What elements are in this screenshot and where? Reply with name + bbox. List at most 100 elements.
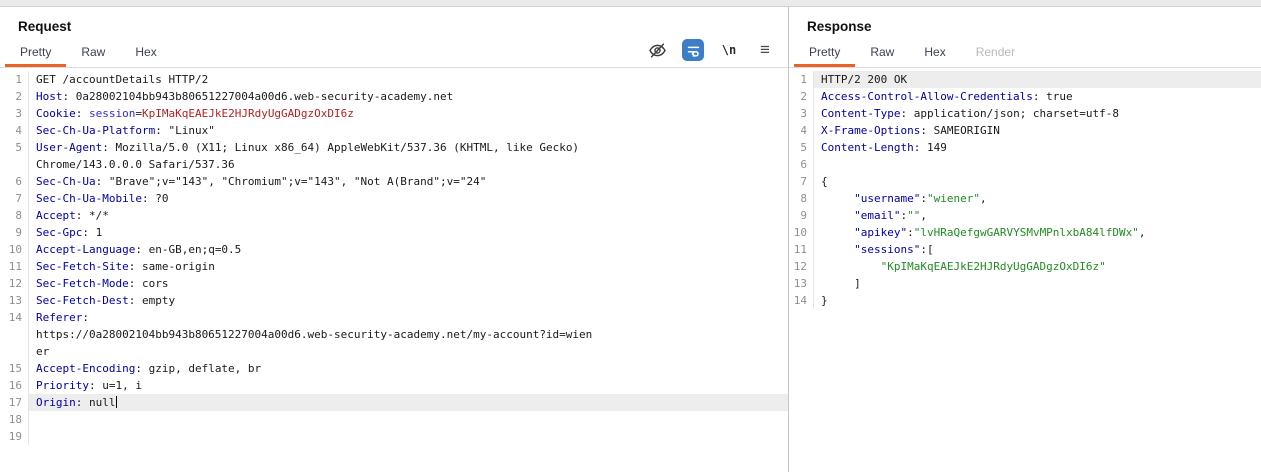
tab-pretty[interactable]: Pretty	[794, 39, 855, 67]
code-line-text[interactable]: Content-Type: application/json; charset=…	[814, 105, 1261, 122]
hide-nonprintable-button[interactable]	[646, 39, 668, 61]
hamburger-menu-icon: ≡	[760, 40, 770, 60]
code-line-text[interactable]: Accept: */*	[29, 207, 788, 224]
top-divider-strip	[0, 0, 1261, 7]
code-line: er	[0, 343, 788, 360]
code-line-text[interactable]: Chrome/143.0.0.0 Safari/537.36	[29, 156, 788, 173]
code-line: 9 "email":"",	[789, 207, 1261, 224]
line-number: 14	[789, 292, 814, 309]
code-line: 19	[0, 428, 788, 445]
line-number: 14	[0, 309, 29, 326]
code-line-text[interactable]: Sec-Fetch-Mode: cors	[29, 275, 788, 292]
tab-raw[interactable]: Raw	[66, 39, 120, 67]
show-newlines-button[interactable]: \n	[718, 39, 740, 61]
text-cursor	[116, 396, 117, 408]
code-line: 5User-Agent: Mozilla/5.0 (X11; Linux x86…	[0, 139, 788, 156]
code-line-text[interactable]	[814, 156, 1261, 173]
line-number: 15	[0, 360, 29, 377]
code-line-text[interactable]: Referer:	[29, 309, 788, 326]
code-line-text[interactable]: "email":"",	[814, 207, 1261, 224]
code-line-text[interactable]	[29, 411, 788, 428]
code-line-text[interactable]: er	[29, 343, 788, 360]
code-line-text[interactable]	[29, 428, 788, 445]
line-number: 19	[0, 428, 29, 445]
code-line-text[interactable]: HTTP/2 200 OK	[814, 71, 1261, 88]
code-line: 2Access-Control-Allow-Credentials: true	[789, 88, 1261, 105]
code-line: 14}	[789, 292, 1261, 309]
line-number: 4	[789, 122, 814, 139]
code-line-text[interactable]: GET /accountDetails HTTP/2	[29, 71, 788, 88]
request-editor-toolbar: \n ≡	[646, 39, 776, 67]
code-line: 5Content-Length: 149	[789, 139, 1261, 156]
tab-render: Render	[961, 39, 1030, 67]
code-line-text[interactable]: "KpIMaKqEAEJkE2HJRdyUgGADgzOxDI6z"	[814, 258, 1261, 275]
code-line-text[interactable]: User-Agent: Mozilla/5.0 (X11; Linux x86_…	[29, 139, 788, 156]
word-wrap-toggle-button[interactable]	[682, 39, 704, 61]
request-editor[interactable]: 1GET /accountDetails HTTP/22Host: 0a2800…	[0, 68, 788, 472]
tab-hex[interactable]: Hex	[120, 39, 171, 67]
code-line-text[interactable]: Sec-Fetch-Site: same-origin	[29, 258, 788, 275]
line-number: 8	[789, 190, 814, 207]
message-editor: Request PrettyRawHex	[0, 7, 1261, 472]
tab-raw[interactable]: Raw	[855, 39, 909, 67]
code-line-text[interactable]: }	[814, 292, 1261, 309]
line-number	[0, 156, 29, 173]
line-number: 13	[0, 292, 29, 309]
eye-slash-icon	[648, 41, 667, 60]
code-line-text[interactable]: Host: 0a28002104bb943b80651227004a00d6.w…	[29, 88, 788, 105]
code-line: 15Accept-Encoding: gzip, deflate, br	[0, 360, 788, 377]
line-number: 7	[0, 190, 29, 207]
code-line-text[interactable]: {	[814, 173, 1261, 190]
code-line: 10 "apikey":"lvHRaQefgwGARVYSMvMPnlxbA84…	[789, 224, 1261, 241]
code-line: 2Host: 0a28002104bb943b80651227004a00d6.…	[0, 88, 788, 105]
code-line-text[interactable]: Cookie: session=KpIMaKqEAEJkE2HJRdyUgGAD…	[29, 105, 788, 122]
line-number: 1	[0, 71, 29, 88]
line-number: 9	[789, 207, 814, 224]
code-line-text[interactable]: ]	[814, 275, 1261, 292]
code-line-text[interactable]: https://0a28002104bb943b80651227004a00d6…	[29, 326, 788, 343]
code-line-text[interactable]: Content-Length: 149	[814, 139, 1261, 156]
code-line: 4X-Frame-Options: SAMEORIGIN	[789, 122, 1261, 139]
tab-pretty[interactable]: Pretty	[5, 39, 66, 67]
line-number: 13	[789, 275, 814, 292]
line-number: 16	[0, 377, 29, 394]
request-tabbar: PrettyRawHex	[0, 38, 788, 68]
code-line: 6	[789, 156, 1261, 173]
code-line: https://0a28002104bb943b80651227004a00d6…	[0, 326, 788, 343]
line-number: 11	[789, 241, 814, 258]
code-line-text[interactable]: "sessions":[	[814, 241, 1261, 258]
code-line-text[interactable]: Accept-Language: en-GB,en;q=0.5	[29, 241, 788, 258]
tab-hex[interactable]: Hex	[909, 39, 960, 67]
code-line: 1GET /accountDetails HTTP/2	[0, 71, 788, 88]
line-number: 12	[789, 258, 814, 275]
code-line-text[interactable]: Sec-Ch-Ua: "Brave";v="143", "Chromium";v…	[29, 173, 788, 190]
code-line-text[interactable]: "username":"wiener",	[814, 190, 1261, 207]
line-number: 9	[0, 224, 29, 241]
line-number: 3	[789, 105, 814, 122]
code-line-text[interactable]: Origin: null	[29, 394, 788, 411]
code-line: 13Sec-Fetch-Dest: empty	[0, 292, 788, 309]
code-line-text[interactable]: Sec-Fetch-Dest: empty	[29, 292, 788, 309]
code-line-text[interactable]: Access-Control-Allow-Credentials: true	[814, 88, 1261, 105]
request-panel: Request PrettyRawHex	[0, 7, 788, 472]
code-line-text[interactable]: "apikey":"lvHRaQefgwGARVYSMvMPnlxbA84lfD…	[814, 224, 1261, 241]
code-line-text[interactable]: Accept-Encoding: gzip, deflate, br	[29, 360, 788, 377]
editor-menu-button[interactable]: ≡	[754, 39, 776, 61]
code-line: 11 "sessions":[	[789, 241, 1261, 258]
code-line: 14Referer:	[0, 309, 788, 326]
code-line-text[interactable]: Sec-Ch-Ua-Mobile: ?0	[29, 190, 788, 207]
response-panel-title: Response	[807, 19, 1261, 34]
code-line-text[interactable]: X-Frame-Options: SAMEORIGIN	[814, 122, 1261, 139]
code-line: 9Sec-Gpc: 1	[0, 224, 788, 241]
code-line: 12 "KpIMaKqEAEJkE2HJRdyUgGADgzOxDI6z"	[789, 258, 1261, 275]
line-number	[0, 343, 29, 360]
line-number: 3	[0, 105, 29, 122]
newline-icon: \n	[722, 43, 736, 57]
code-line-text[interactable]: Sec-Ch-Ua-Platform: "Linux"	[29, 122, 788, 139]
line-number	[0, 326, 29, 343]
code-line-text[interactable]: Priority: u=1, i	[29, 377, 788, 394]
code-line-text[interactable]: Sec-Gpc: 1	[29, 224, 788, 241]
line-number: 11	[0, 258, 29, 275]
response-editor[interactable]: 1HTTP/2 200 OK2Access-Control-Allow-Cred…	[789, 68, 1261, 472]
line-number: 12	[0, 275, 29, 292]
